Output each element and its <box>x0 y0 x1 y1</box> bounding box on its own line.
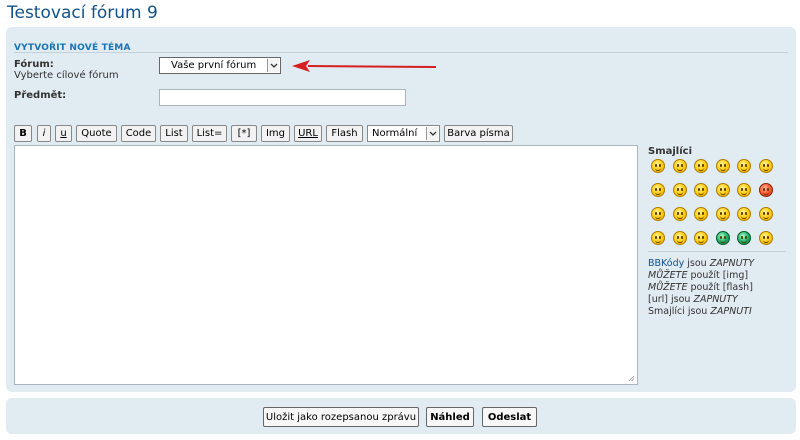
message-textarea[interactable] <box>14 145 638 385</box>
smiley-mouth <box>763 192 769 195</box>
smiley-mouth <box>677 216 683 219</box>
url-status: [url] jsou ZAPNUTY <box>648 294 738 305</box>
smiley-mouth <box>741 240 747 243</box>
arrow-smiley-icon[interactable] <box>673 231 687 245</box>
smiley-mouth <box>677 192 683 195</box>
divider <box>648 251 786 252</box>
smilies-status: Smajlíci jsou ZAPNUTI <box>648 306 752 317</box>
url-button[interactable]: URL <box>294 125 322 142</box>
quote-button[interactable]: Quote <box>76 125 117 142</box>
submit-button[interactable]: Odeslat <box>482 407 537 427</box>
font-size-value: Normální <box>372 128 418 139</box>
smiley-mouth <box>720 168 726 171</box>
preview-button[interactable]: Náhled <box>426 407 474 427</box>
wink-smiley-icon[interactable] <box>737 183 751 197</box>
laughing-smiley-icon[interactable] <box>651 159 665 173</box>
smiley-mouth <box>677 168 683 171</box>
smiley-mouth <box>655 192 661 195</box>
smiley-mouth <box>698 240 704 243</box>
exclaim-smiley-icon[interactable] <box>737 207 751 221</box>
smiley-mouth <box>741 168 747 171</box>
grin-smiley-icon[interactable] <box>694 183 708 197</box>
nerd-smiley-icon[interactable] <box>759 231 773 245</box>
chevron-down-icon <box>426 127 438 140</box>
flash-button[interactable]: Flash <box>326 125 363 142</box>
font-size-select[interactable]: Normální <box>367 125 440 142</box>
razz-smiley-icon[interactable] <box>694 231 708 245</box>
subject-label: Předmět: <box>14 90 67 101</box>
geek-smiley-icon[interactable] <box>651 207 665 221</box>
smiley-mouth <box>763 216 769 219</box>
forum-hint: Vyberte cílové fórum <box>14 70 119 81</box>
smilies-title: Smajlíci <box>648 146 693 157</box>
panel-header: VYTVOŘIT NOVÉ TÉMA <box>14 35 788 53</box>
smiley-mouth <box>720 240 726 243</box>
save-draft-button[interactable]: Uložit jako rozepsanou zprávu <box>263 407 419 427</box>
bbcode-link[interactable]: BBKódy <box>648 258 684 269</box>
code-button[interactable]: Code <box>121 125 156 142</box>
pointer-arrow-icon <box>292 60 437 72</box>
smiley-mouth <box>720 216 726 219</box>
smile-smiley-icon[interactable] <box>694 159 708 173</box>
neutral-smiley-icon[interactable] <box>716 159 730 173</box>
font-color-button[interactable]: Barva písma <box>444 125 513 142</box>
bbcode-status: BBKódy jsou ZAPNUTY <box>648 258 755 269</box>
italic-button[interactable]: i <box>37 125 51 142</box>
img-status: MŮŽETE použít [img] <box>648 270 749 281</box>
question-smiley-icon[interactable] <box>759 207 773 221</box>
panel-header-label: VYTVOŘIT NOVÉ TÉMA <box>14 43 131 53</box>
smiley-mouth <box>655 216 661 219</box>
smiley-mouth <box>698 216 704 219</box>
ugeek-smiley-icon[interactable] <box>737 231 751 245</box>
sad-smiley-icon[interactable] <box>716 183 730 197</box>
flash-status: MŮŽETE použít [flash] <box>648 282 753 293</box>
ordered-list-button[interactable]: List= <box>192 125 227 142</box>
list-item-button[interactable]: [*] <box>231 125 257 142</box>
surprised-smiley-icon[interactable] <box>737 159 751 173</box>
shocked-smiley-icon[interactable] <box>759 159 773 173</box>
smiley-mouth <box>741 216 747 219</box>
smiley-mouth <box>741 192 747 195</box>
smiley-mouth <box>763 240 769 243</box>
evil-smiley-icon[interactable] <box>673 207 687 221</box>
forum-select-value: Vaše první fórum <box>171 60 257 71</box>
smiley-mouth <box>677 240 683 243</box>
smiley-mouth <box>655 240 661 243</box>
rolleyes-smiley-icon[interactable] <box>716 207 730 221</box>
smiley-mouth <box>655 168 661 171</box>
alien-smiley-icon[interactable] <box>716 231 730 245</box>
cool-smiley-icon[interactable] <box>673 183 687 197</box>
twisted-smiley-icon[interactable] <box>694 207 708 221</box>
page-title: Testovací fórum 9 <box>7 3 158 23</box>
mad-smiley-icon[interactable] <box>759 183 773 197</box>
smiley-mouth <box>698 192 704 195</box>
idea-smiley-icon[interactable] <box>651 231 665 245</box>
forum-select[interactable]: Vaše první fórum <box>159 57 281 74</box>
list-button[interactable]: List <box>160 125 188 142</box>
subject-input[interactable] <box>159 89 406 106</box>
bold-button[interactable]: B <box>14 125 32 142</box>
smiley-mouth <box>763 168 769 171</box>
underline-button[interactable]: u <box>55 125 72 142</box>
confused-smiley-icon[interactable] <box>651 183 665 197</box>
smiley-mouth <box>698 168 704 171</box>
img-button[interactable]: Img <box>261 125 290 142</box>
smiley-mouth <box>720 192 726 195</box>
chevron-down-icon <box>267 59 279 72</box>
frown-smiley-icon[interactable] <box>673 159 687 173</box>
forum-label: Fórum: <box>14 59 54 70</box>
resize-handle-icon[interactable] <box>628 375 635 382</box>
